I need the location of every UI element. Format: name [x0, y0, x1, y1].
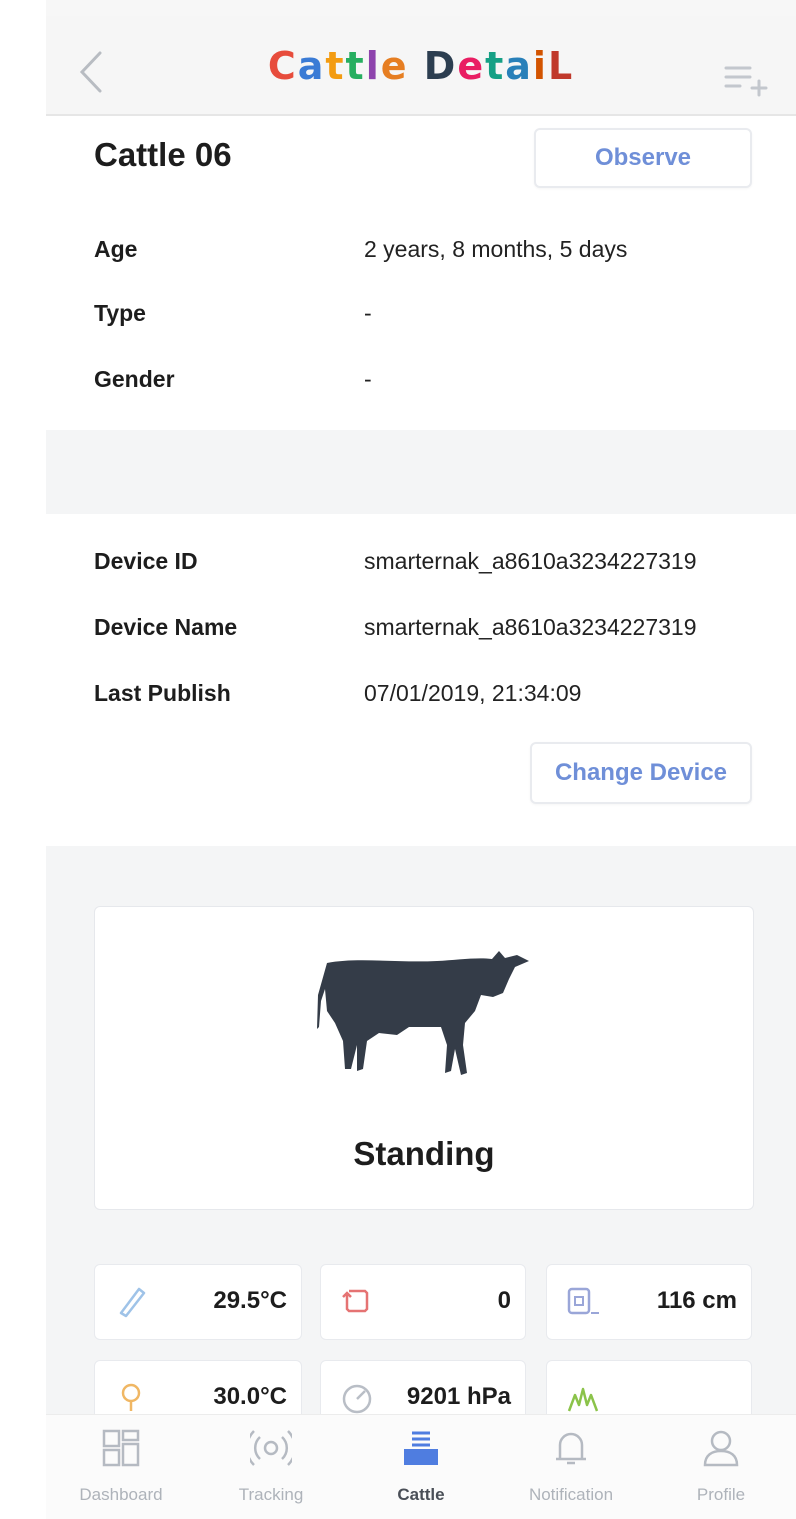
- title-letter: C: [267, 44, 298, 88]
- last-publish-label: Last Publish: [94, 680, 231, 706]
- gender-value: -: [364, 366, 372, 392]
- observe-button[interactable]: Observe: [534, 128, 752, 188]
- profile-icon: [703, 1430, 739, 1467]
- dashboard-icon: [102, 1429, 140, 1467]
- device-name-label: Device Name: [94, 614, 238, 640]
- device-name-value: smarternak_a8610a3234227319: [364, 614, 697, 640]
- nav-notification[interactable]: Notification: [496, 1415, 646, 1519]
- sensor-tile: 29.5°C: [94, 1264, 302, 1340]
- nav-dashboard[interactable]: Dashboard: [46, 1415, 196, 1519]
- title-letter: a: [505, 44, 533, 88]
- cattle-name: Cattle 06: [94, 136, 232, 173]
- title-letter: t: [325, 44, 346, 88]
- title-letter: [409, 44, 424, 88]
- page-title: Cattle DetaiL: [46, 44, 796, 88]
- posture-card: Standing: [94, 906, 754, 1210]
- tracking-icon: [250, 1430, 292, 1466]
- type-value: -: [364, 300, 372, 326]
- device-id-label: Device ID: [94, 548, 198, 574]
- nav-label: Notification: [528, 1485, 614, 1504]
- height-icon: [567, 1287, 599, 1315]
- title-letter: t: [345, 44, 366, 88]
- phone-screen: Cattle DetaiL Cattle 06 Observe Age 2 ye…: [46, 0, 796, 1519]
- playlist-add-icon[interactable]: [722, 58, 770, 98]
- temperature-icon: [121, 1383, 141, 1411]
- thermometer-icon: [119, 1287, 146, 1318]
- title-letter: a: [297, 44, 326, 88]
- app-bar: Cattle DetaiL: [46, 16, 796, 116]
- type-label: Type: [94, 300, 146, 326]
- age-value: 2 years, 8 months, 5 days: [364, 236, 628, 262]
- rotate-icon: [342, 1289, 369, 1313]
- sensor-value: 30.0°C: [213, 1383, 287, 1410]
- age-label: Age: [94, 236, 138, 262]
- grass-icon: [567, 1387, 599, 1412]
- posture-status: Standing: [353, 1135, 495, 1172]
- nav-label: Tracking: [238, 1485, 304, 1504]
- gender-label: Gender: [94, 366, 175, 392]
- sensor-value: 29.5°C: [213, 1287, 287, 1314]
- nav-cattle[interactable]: Cattle: [346, 1415, 496, 1519]
- nav-profile[interactable]: Profile: [646, 1415, 796, 1519]
- nav-label: Dashboard: [79, 1485, 163, 1504]
- sensor-value: 0: [497, 1287, 511, 1314]
- title-letter: i: [532, 44, 548, 88]
- nav-label: Profile: [696, 1485, 746, 1504]
- sensor-value: 116 cm: [656, 1287, 737, 1314]
- gauge-icon: [342, 1384, 372, 1414]
- title-letter: e: [457, 44, 486, 88]
- cow-icon: [317, 951, 529, 1075]
- status-bar: [46, 0, 796, 16]
- bell-icon: [556, 1432, 586, 1465]
- title-letter: D: [423, 44, 458, 88]
- last-publish-value: 07/01/2019, 21:34:09: [364, 680, 582, 706]
- title-letter: e: [380, 44, 409, 88]
- title-letter: t: [485, 44, 506, 88]
- sensor-tile: 0: [320, 1264, 526, 1340]
- nav-label: Cattle: [397, 1485, 445, 1504]
- title-letter: L: [547, 44, 575, 88]
- sensor-tile: 116 cm: [546, 1264, 752, 1340]
- cattle-icon: [404, 1431, 438, 1465]
- section-divider: [46, 430, 796, 514]
- sensor-value: 9201 hPa: [406, 1383, 511, 1410]
- change-device-button[interactable]: Change Device: [530, 742, 752, 804]
- title-letter: l: [365, 44, 381, 88]
- bottom-navigation: Dashboard Tracking Cattle Notification P…: [46, 1414, 796, 1519]
- device-id-value: smarternak_a8610a3234227319: [364, 548, 697, 574]
- nav-tracking[interactable]: Tracking: [196, 1415, 346, 1519]
